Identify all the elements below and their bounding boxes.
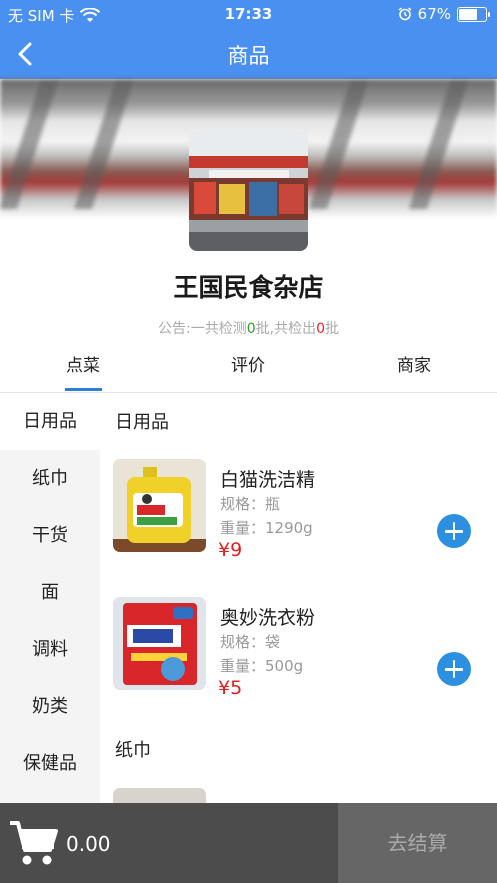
product-price: ¥5 bbox=[218, 677, 243, 699]
status-right: 67% bbox=[398, 5, 490, 23]
page-title: 商品 bbox=[227, 44, 270, 68]
section-title: 纸巾 bbox=[115, 740, 151, 761]
cart-total: 0.00 bbox=[66, 832, 111, 856]
product-weight: 重量：500g bbox=[220, 657, 304, 675]
product-item[interactable]: 奥妙洗衣粉 规格：袋 重量：500g ¥5 bbox=[100, 597, 497, 717]
product-weight: 重量：1290g bbox=[220, 519, 313, 537]
tab-reviews[interactable]: 评价 bbox=[198, 351, 298, 376]
status-bar: 无 SIM 卡 17:33 67% bbox=[0, 0, 497, 28]
alarm-icon bbox=[398, 7, 412, 21]
notice-count-tested: 0 bbox=[246, 321, 256, 337]
battery-icon bbox=[457, 6, 490, 22]
product-name: 奥妙洗衣粉 bbox=[220, 607, 316, 629]
notice-count-found: 0 bbox=[316, 321, 325, 337]
section-title: 日用品 bbox=[115, 412, 169, 433]
category-tissue[interactable]: 纸巾 bbox=[0, 450, 100, 507]
category-seasoning[interactable]: 调料 bbox=[0, 621, 100, 678]
battery-percent: 67% bbox=[417, 5, 451, 23]
product-spec: 规格：瓶 bbox=[220, 495, 281, 513]
product-spec: 规格：袋 bbox=[220, 633, 281, 651]
add-to-cart-button[interactable] bbox=[437, 652, 471, 686]
category-sidebar: 日用品 纸巾 干货 面 调料 奶类 保健品 bbox=[0, 393, 100, 803]
add-to-cart-button[interactable] bbox=[437, 514, 471, 548]
store-name: 王国民食杂店 bbox=[173, 273, 324, 302]
product-name: 白猫洗洁精 bbox=[220, 469, 316, 491]
cart-bar: 0.00 去结算 bbox=[0, 803, 497, 883]
product-image bbox=[113, 597, 206, 690]
tab-order[interactable]: 点菜 bbox=[33, 351, 133, 376]
tab-indicator bbox=[65, 388, 102, 391]
product-image bbox=[113, 459, 206, 552]
category-dairy[interactable]: 奶类 bbox=[0, 678, 100, 735]
category-noodles[interactable]: 面 bbox=[0, 564, 100, 621]
product-item[interactable] bbox=[100, 788, 497, 803]
tab-merchant[interactable]: 商家 bbox=[364, 351, 464, 376]
category-dry-goods[interactable]: 干货 bbox=[0, 507, 100, 564]
checkout-button[interactable]: 去结算 bbox=[338, 803, 497, 883]
nav-bar: 商品 bbox=[0, 28, 497, 79]
category-health[interactable]: 保健品 bbox=[0, 735, 100, 792]
product-item[interactable]: 白猫洗洁精 规格：瓶 重量：1290g ¥9 bbox=[100, 459, 497, 579]
cart-icon[interactable] bbox=[8, 817, 60, 869]
product-image bbox=[113, 788, 206, 803]
cart-summary[interactable]: 0.00 bbox=[0, 803, 338, 883]
store-notice: 公告:一共检测0批,共检出0批 bbox=[157, 321, 339, 337]
tab-bar: 点菜 评价 商家 bbox=[0, 340, 497, 393]
product-price: ¥9 bbox=[218, 539, 243, 561]
category-daily[interactable]: 日用品 bbox=[0, 393, 100, 450]
store-photo bbox=[189, 132, 308, 251]
